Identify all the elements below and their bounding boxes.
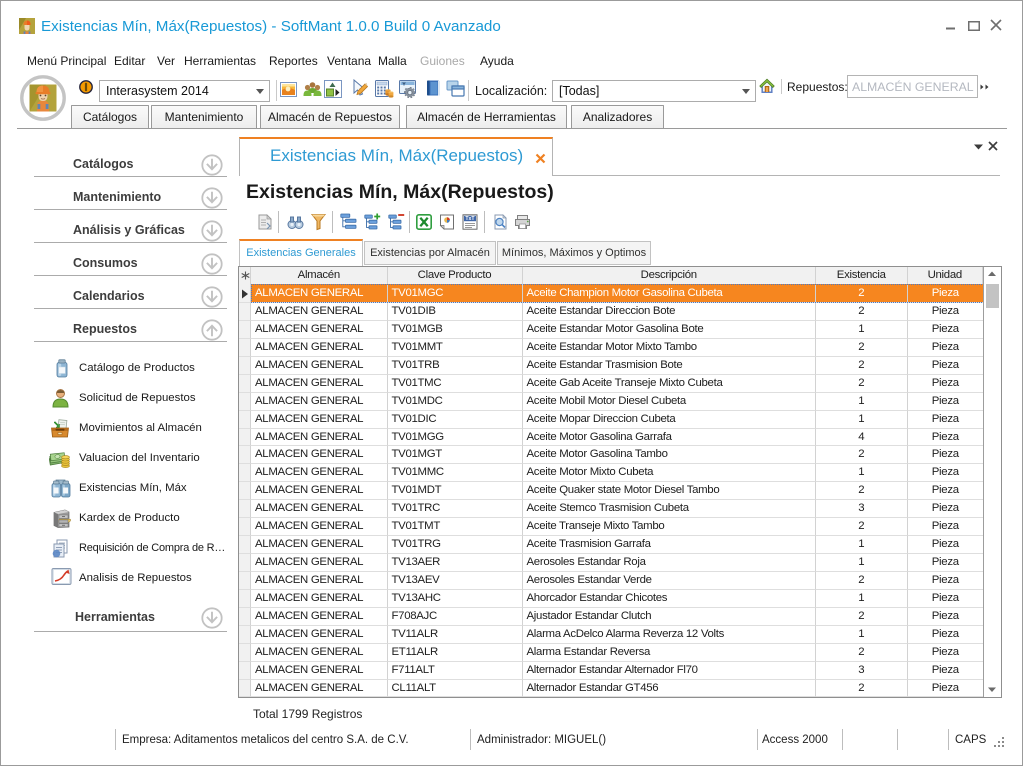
svg-text:TxT: TxT bbox=[465, 216, 475, 222]
